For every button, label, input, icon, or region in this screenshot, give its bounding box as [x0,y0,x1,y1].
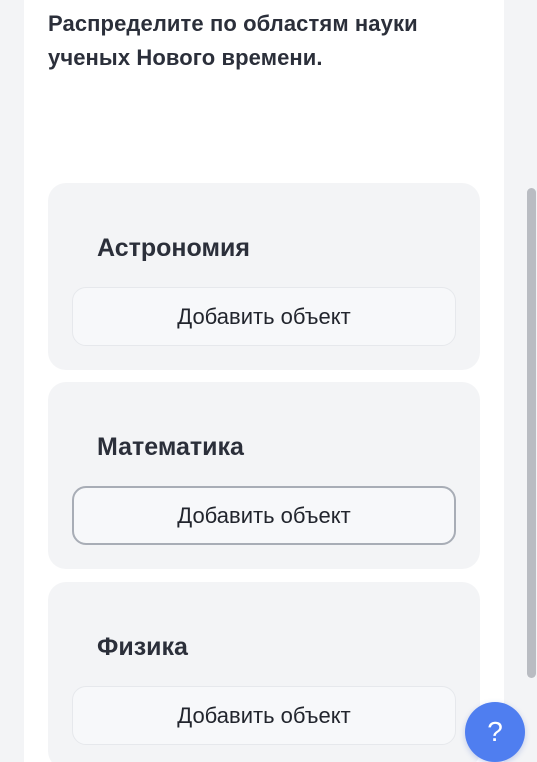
category-mathematics: Математика Добавить объект [48,382,480,569]
add-object-button[interactable]: Добавить объект [72,287,456,346]
category-physics: Физика Добавить объект [48,582,480,762]
add-object-button[interactable]: Добавить объект [72,686,456,745]
help-button[interactable]: ? [465,702,525,762]
page: Распределите по областям науки ученых Но… [0,0,537,762]
add-object-button[interactable]: Добавить объект [72,486,456,545]
question-mark-icon: ? [487,716,503,747]
category-astronomy: Астрономия Добавить объект [48,183,480,370]
category-title: Математика [97,433,244,461]
task-question: Распределите по областям науки ученых Но… [48,11,418,70]
category-title: Астрономия [97,234,250,262]
task-content: Распределите по областям науки ученых Но… [24,0,504,762]
scrollbar-thumb[interactable] [527,188,536,678]
category-title: Физика [97,633,188,661]
